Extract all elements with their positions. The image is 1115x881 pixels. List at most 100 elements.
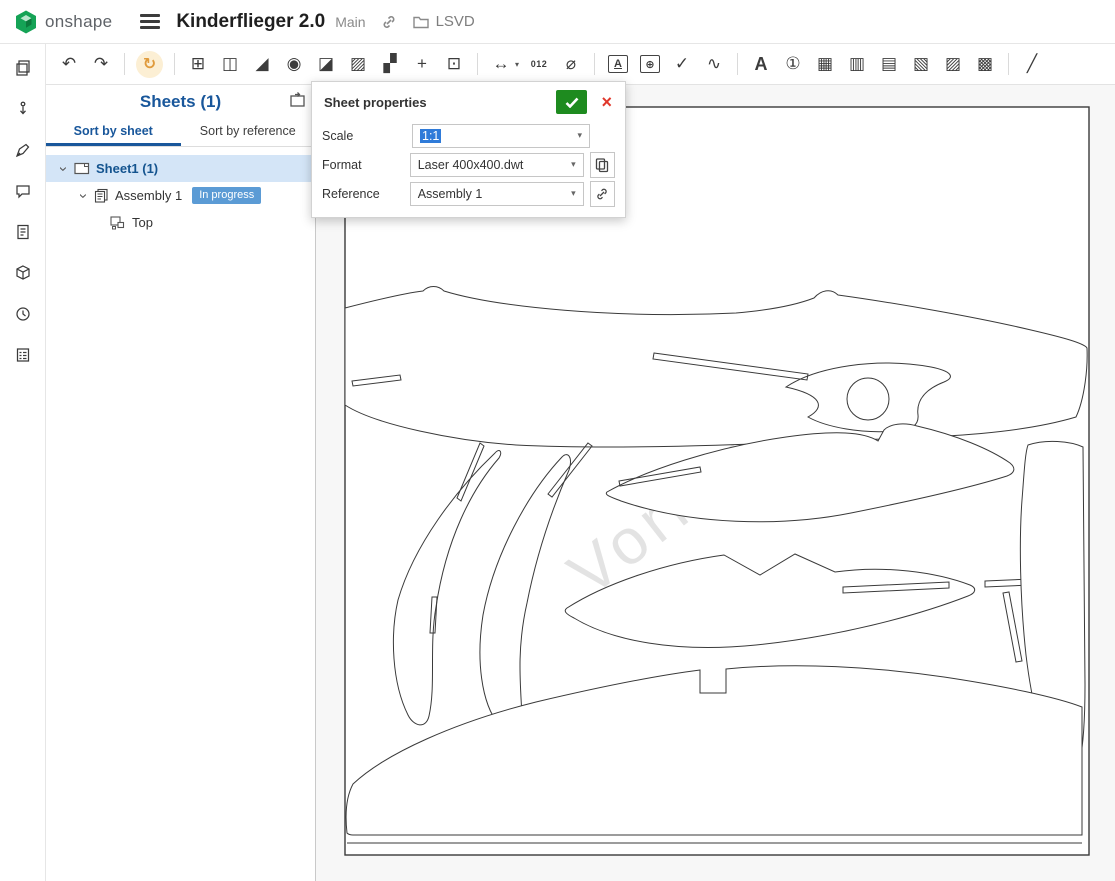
- cancel-button[interactable]: ×: [596, 93, 617, 111]
- reference-select[interactable]: Assembly 1 ▾: [409, 181, 584, 206]
- scale-value: 1:1: [420, 128, 442, 143]
- top-header: onshape Kinderflieger 2.0 Main LSVD: [0, 0, 1115, 44]
- tab-sort-by-sheet[interactable]: Sort by sheet: [46, 118, 181, 146]
- confirm-button[interactable]: [556, 90, 588, 114]
- note-icon[interactable]: A: [608, 55, 629, 73]
- sheet-properties-dialog: Sheet properties × Scale 1:1 ▾ Format La…: [311, 81, 626, 218]
- break-view-icon[interactable]: ▞: [375, 49, 405, 79]
- replace-format-button[interactable]: [589, 151, 615, 178]
- check-icon: [565, 97, 579, 108]
- history-icon[interactable]: [9, 300, 36, 327]
- auxiliary-view-icon[interactable]: ◢: [247, 49, 277, 79]
- crop-view-icon[interactable]: ⊡: [439, 49, 469, 79]
- tree-row-view-top[interactable]: Top: [46, 209, 315, 236]
- workspace-name[interactable]: Main: [335, 14, 365, 30]
- format-label: Format: [322, 157, 362, 172]
- dimension-menu-caret-icon[interactable]: ▾: [515, 60, 519, 69]
- projected-view-icon[interactable]: ◫: [215, 49, 245, 79]
- toolbar-separator: [124, 53, 125, 75]
- reference-value: Assembly 1: [417, 186, 483, 201]
- reference-row: Reference Assembly 1 ▾: [312, 179, 625, 208]
- link-icon: [597, 188, 608, 199]
- insert-view-icon[interactable]: ⊞: [183, 49, 213, 79]
- panel-title: Sheets (1): [139, 91, 222, 111]
- notes-icon[interactable]: [9, 218, 36, 245]
- assembly-row-label: Assembly 1: [115, 188, 183, 203]
- replace-format-icon: [596, 157, 609, 172]
- scale-label: Scale: [322, 128, 354, 143]
- format-value: Laser 400x400.dwt: [417, 157, 524, 172]
- move-view-icon[interactable]: +: [407, 49, 437, 79]
- view-row-label: Top: [132, 215, 153, 230]
- popout-panel-icon[interactable]: [289, 92, 307, 111]
- caret-down-icon: ▾: [571, 159, 576, 169]
- menu-icon[interactable]: [140, 14, 161, 29]
- brand-name: onshape: [45, 11, 113, 31]
- onshape-logo-icon[interactable]: [14, 9, 38, 35]
- toolbar-separator: [594, 53, 596, 75]
- chevron-down-icon[interactable]: ›: [55, 164, 72, 174]
- format-select[interactable]: Laser 400x400.dwt ▾: [409, 152, 584, 177]
- bend-table-icon[interactable]: ▩: [970, 49, 1000, 79]
- document-title[interactable]: Kinderflieger 2.0: [176, 11, 325, 33]
- text-icon[interactable]: A: [746, 49, 776, 79]
- query-icon[interactable]: [9, 259, 36, 286]
- reference-label: Reference: [322, 186, 380, 201]
- revision-table-icon[interactable]: ▧: [906, 49, 936, 79]
- toolbar-separator: [477, 53, 478, 75]
- update-views-icon[interactable]: ↻: [136, 50, 163, 78]
- tree-row-assembly[interactable]: › Assembly 1 In progress: [46, 182, 315, 209]
- main-toolbar: ↶ ↷ ↻ ⊞ ◫ ◢ ◉ ◪ ▨ ▞ + ⊡ ↔ ▾ 012 ⌀ A ⊕ ✓ …: [46, 44, 1115, 85]
- status-badge: In progress: [192, 187, 262, 204]
- weld-table-icon[interactable]: ▨: [938, 49, 968, 79]
- broken-out-section-icon[interactable]: ▨: [343, 49, 373, 79]
- brand: onshape: [14, 9, 112, 35]
- leader-icon[interactable]: ∿: [699, 49, 729, 79]
- left-rail: [0, 44, 46, 881]
- bom-table-icon[interactable]: ▥: [842, 49, 872, 79]
- undo-icon[interactable]: ↶: [54, 49, 84, 79]
- caret-down-icon: ▾: [577, 130, 582, 140]
- chevron-down-icon[interactable]: ›: [75, 191, 92, 201]
- sheet-row-label: Sheet1 (1): [96, 161, 159, 176]
- diameter-dimension-icon[interactable]: ⌀: [556, 49, 586, 79]
- reference-link-button[interactable]: [589, 180, 615, 207]
- sheets-panel-icon[interactable]: [9, 54, 36, 81]
- inspection-symbol-icon[interactable]: ①: [778, 49, 808, 79]
- view-icon: [110, 215, 125, 229]
- section-view-icon[interactable]: ◪: [311, 49, 341, 79]
- table-icon[interactable]: ▦: [810, 49, 840, 79]
- dimension-icon[interactable]: ↔: [486, 49, 516, 79]
- assembly-icon: [94, 188, 108, 203]
- insert-icon[interactable]: [9, 95, 36, 122]
- tab-sort-by-reference[interactable]: Sort by reference: [181, 118, 316, 146]
- datum-icon[interactable]: ⊕: [640, 55, 661, 73]
- redo-icon[interactable]: ↷: [86, 49, 116, 79]
- scale-select[interactable]: 1:1 ▾: [412, 123, 590, 148]
- detail-view-icon[interactable]: ◉: [279, 49, 309, 79]
- dialog-title: Sheet properties: [324, 94, 427, 110]
- project-name[interactable]: LSVD: [436, 13, 475, 30]
- folder-icon: [412, 14, 430, 30]
- tables-icon[interactable]: [9, 341, 36, 368]
- sketch-line-icon[interactable]: ╱: [1017, 49, 1047, 79]
- tree-row-sheet1[interactable]: › Sheet1 (1): [46, 155, 315, 182]
- comments-icon[interactable]: [9, 177, 36, 204]
- version-link-icon[interactable]: [380, 13, 398, 31]
- panel-tabs: Sort by sheet Sort by reference: [46, 118, 315, 147]
- format-row: Format Laser 400x400.dwt ▾: [312, 150, 625, 179]
- sheets-panel: Sheets (1) Sort by sheet Sort by referen…: [46, 85, 316, 881]
- sheet-tree: › Sheet1 (1) › Assembly 1 In progress To…: [46, 147, 315, 236]
- toolbar-separator: [737, 53, 739, 75]
- check-dimension-icon[interactable]: ✓: [667, 49, 697, 79]
- scale-row: Scale 1:1 ▾: [312, 121, 625, 150]
- caret-down-icon: ▾: [571, 188, 576, 198]
- ordinate-dimension-icon[interactable]: 012: [524, 49, 554, 79]
- panel-header: Sheets (1): [46, 85, 315, 118]
- sheet-icon: [74, 162, 90, 175]
- dialog-header[interactable]: Sheet properties ×: [312, 82, 625, 121]
- markup-icon[interactable]: [9, 136, 36, 163]
- hole-table-icon[interactable]: ▤: [874, 49, 904, 79]
- toolbar-separator: [1008, 53, 1010, 75]
- toolbar-separator: [174, 53, 175, 75]
